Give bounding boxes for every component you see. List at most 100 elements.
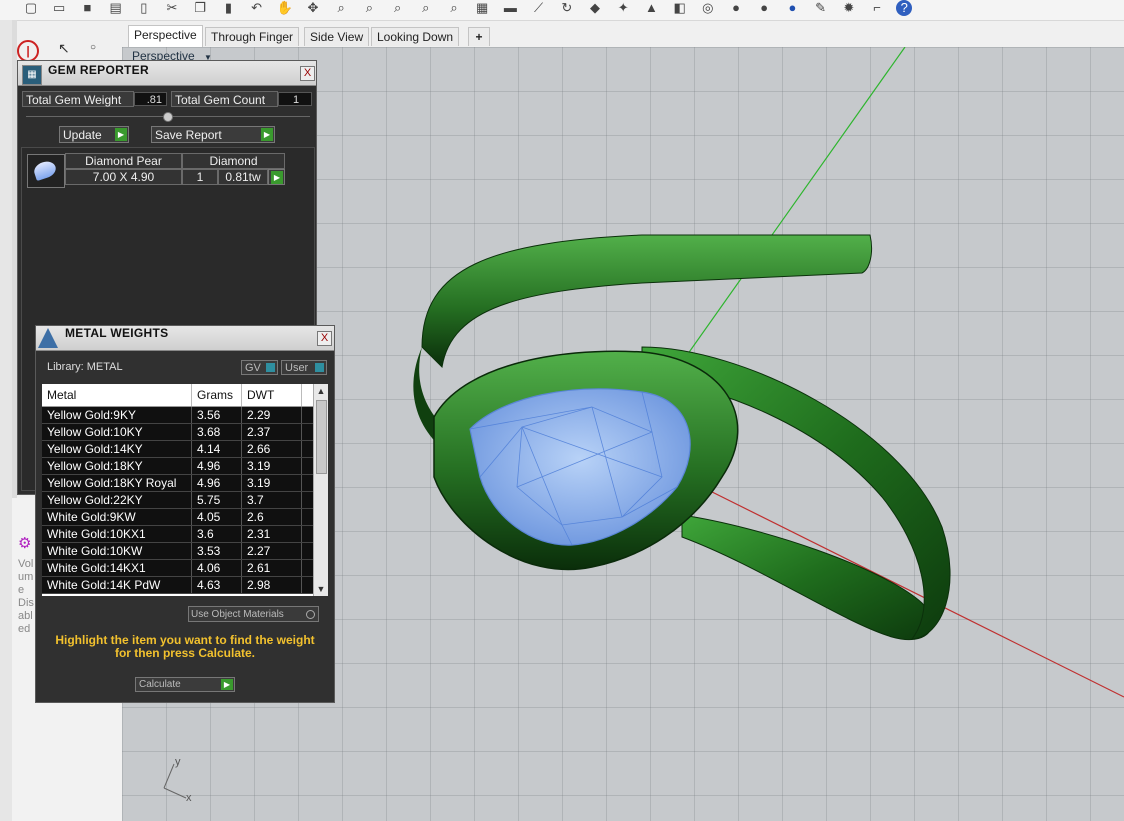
metal-cell: Yellow Gold:14KY bbox=[42, 441, 192, 457]
table-row[interactable]: White Gold:9KW 4.05 2.6 bbox=[42, 509, 314, 526]
open-folder-icon[interactable]: ▭ bbox=[50, 0, 68, 16]
calculate-arrow-icon: ▶ bbox=[221, 679, 233, 690]
dwt-cell: 3.19 bbox=[242, 458, 302, 474]
gear-icon[interactable]: ✹ bbox=[840, 0, 858, 16]
calculate-button[interactable]: Calculate ▶ bbox=[135, 677, 235, 692]
tab-looking-down[interactable]: Looking Down bbox=[371, 27, 460, 46]
update-button-label: Update bbox=[63, 128, 102, 142]
power-icon[interactable]: | bbox=[17, 40, 39, 62]
table-row[interactable]: White Gold:14KX1 4.06 2.61 bbox=[42, 560, 314, 577]
zoom-icon[interactable]: ⌕ bbox=[332, 0, 350, 16]
snap-icon[interactable]: ◆ bbox=[586, 0, 604, 16]
gem-reporter-icon: ▦ bbox=[22, 65, 42, 85]
scroll-up-icon[interactable]: ▲ bbox=[314, 384, 328, 398]
gem-size-cell[interactable]: 7.00 X 4.90 bbox=[65, 169, 182, 185]
paste-icon[interactable]: ▮ bbox=[219, 0, 237, 16]
metal-weights-title: METAL WEIGHTS bbox=[65, 326, 169, 340]
zoom-selected-icon[interactable]: ⌕ bbox=[417, 0, 435, 16]
undo-icon[interactable]: ↶ bbox=[248, 0, 266, 16]
select-arrow-icon[interactable]: ↖ bbox=[58, 40, 70, 57]
save-report-button[interactable]: Save Report ▶ bbox=[151, 126, 275, 143]
user-toggle-switch-icon bbox=[315, 363, 324, 372]
point-icon[interactable]: ○ bbox=[90, 42, 96, 53]
axis-indicator: y x bbox=[156, 756, 196, 806]
dwt-cell: 2.37 bbox=[242, 424, 302, 440]
column-header-grams[interactable]: Grams bbox=[192, 384, 242, 406]
gem-type-cell[interactable]: Diamond bbox=[182, 153, 285, 169]
sphere-blue-icon[interactable]: ● bbox=[783, 0, 801, 16]
gem-weight-cell[interactable]: 0.81tw bbox=[218, 169, 268, 185]
settings-gear-icon[interactable]: ⚙ bbox=[18, 536, 34, 552]
column-header-metal[interactable]: Metal bbox=[42, 384, 192, 406]
dwt-cell: 2.29 bbox=[242, 407, 302, 423]
bulb-icon[interactable]: ✦ bbox=[614, 0, 632, 16]
add-tab-button[interactable]: + bbox=[468, 27, 490, 46]
metal-cell: Yellow Gold:22KY bbox=[42, 492, 192, 508]
save-report-arrow-icon: ▶ bbox=[261, 128, 273, 141]
dwt-cell: 3.19 bbox=[242, 475, 302, 491]
table-row[interactable]: Yellow Gold:22KY 5.75 3.7 bbox=[42, 492, 314, 509]
dimension-icon[interactable]: ⌐ bbox=[868, 0, 886, 16]
dwt-cell: 2.31 bbox=[242, 526, 302, 542]
gem-reporter-close-button[interactable]: X bbox=[300, 66, 315, 81]
table-row[interactable]: White Gold:10KW 3.53 2.27 bbox=[42, 543, 314, 560]
measure-icon[interactable]: ⟋ bbox=[530, 0, 548, 16]
table-row[interactable]: White Gold:14K PdW 4.63 2.98 bbox=[42, 577, 314, 594]
table-row[interactable]: Yellow Gold:14KY 4.14 2.66 bbox=[42, 441, 314, 458]
dwt-cell: 2.98 bbox=[242, 577, 302, 593]
cycle-icon[interactable]: ↻ bbox=[558, 0, 576, 16]
update-arrow-icon: ▶ bbox=[115, 128, 127, 141]
print-icon[interactable]: ▤ bbox=[107, 0, 125, 16]
metal-weights-table[interactable]: Metal Grams DWT Yellow Gold:9KY 3.56 2.29 Y… bbox=[42, 384, 328, 596]
table-row[interactable]: White Gold:10KX1 3.6 2.31 bbox=[42, 526, 314, 543]
update-button[interactable]: Update ▶ bbox=[59, 126, 129, 143]
zoom-target-icon[interactable]: ⌕ bbox=[445, 0, 463, 16]
gv-toggle[interactable]: GV bbox=[241, 360, 278, 375]
gem-name-cell[interactable]: Diamond Pear bbox=[65, 153, 182, 169]
zoom-window-icon[interactable]: ⌕ bbox=[360, 0, 378, 16]
copy-icon[interactable]: ❐ bbox=[191, 0, 209, 16]
brush-icon[interactable]: ✎ bbox=[812, 0, 830, 16]
grams-cell: 4.96 bbox=[192, 458, 242, 474]
layer-icon[interactable]: ◧ bbox=[671, 0, 689, 16]
table-row[interactable]: Yellow Gold:18KY Royal 4.96 3.19 bbox=[42, 475, 314, 492]
tab-perspective[interactable]: Perspective bbox=[128, 25, 203, 47]
color-wheel-icon[interactable]: ◎ bbox=[699, 0, 717, 16]
cut-icon[interactable]: ✂ bbox=[163, 0, 181, 16]
save-icon[interactable]: ■ bbox=[78, 0, 96, 16]
table-row[interactable]: Yellow Gold:10KY 3.68 2.37 bbox=[42, 424, 314, 441]
grams-cell: 3.53 bbox=[192, 543, 242, 559]
use-object-materials-toggle[interactable]: Use Object Materials bbox=[188, 606, 319, 622]
lock-icon[interactable]: ▲ bbox=[642, 0, 660, 16]
rotate-icon[interactable]: ✥ bbox=[304, 0, 322, 16]
grid-icon[interactable]: ▦ bbox=[473, 0, 491, 16]
user-toggle[interactable]: User bbox=[281, 360, 327, 375]
sphere-shaded-icon[interactable]: ● bbox=[727, 0, 745, 16]
save-report-button-label: Save Report bbox=[155, 128, 222, 142]
new-file-icon[interactable]: ▢ bbox=[22, 0, 40, 16]
table-scrollbar[interactable]: ▲ ▼ bbox=[313, 384, 328, 596]
zoom-extents-icon[interactable]: ⌕ bbox=[389, 0, 407, 16]
scroll-thumb[interactable] bbox=[316, 400, 327, 474]
scroll-down-icon[interactable]: ▼ bbox=[314, 582, 328, 596]
dwt-cell: 2.61 bbox=[242, 560, 302, 576]
metal-cell: Yellow Gold:18KY Royal bbox=[42, 475, 192, 491]
metal-weights-close-button[interactable]: X bbox=[317, 331, 332, 346]
sphere-render-icon[interactable]: ● bbox=[755, 0, 773, 16]
user-toggle-label: User bbox=[285, 362, 309, 374]
grams-cell: 5.75 bbox=[192, 492, 242, 508]
gem-row-action-button[interactable]: ▶ bbox=[268, 169, 285, 185]
tab-through-finger[interactable]: Through Finger bbox=[205, 27, 300, 46]
tab-side-view[interactable]: Side View bbox=[304, 27, 370, 46]
pan-hand-icon[interactable]: ✋ bbox=[276, 0, 294, 16]
divider-handle-icon[interactable] bbox=[163, 112, 173, 122]
table-row[interactable]: Yellow Gold:18KY 4.96 3.19 bbox=[42, 458, 314, 475]
column-header-dwt[interactable]: DWT bbox=[242, 384, 302, 406]
page-icon[interactable]: ▯ bbox=[135, 0, 153, 16]
metal-cell: White Gold:10KX1 bbox=[42, 526, 192, 542]
car-icon[interactable]: ▬ bbox=[501, 0, 519, 16]
table-row[interactable]: Yellow Gold:9KY 3.56 2.29 bbox=[42, 407, 314, 424]
main-toolbar: ▢ ▭ ■ ▤ ▯ ✂ ❐ ▮ ↶ ✋ ✥ ⌕ ⌕ ⌕ ⌕ ⌕ ▦ ▬ ⟋ ↻ ◆ ✦ ▲ ◧ ◎ ● ● ● ✎ ✹ ⌐? bbox=[0, 0, 1124, 21]
gem-count-cell[interactable]: 1 bbox=[182, 169, 218, 185]
help-icon[interactable]: ? bbox=[896, 0, 913, 16]
